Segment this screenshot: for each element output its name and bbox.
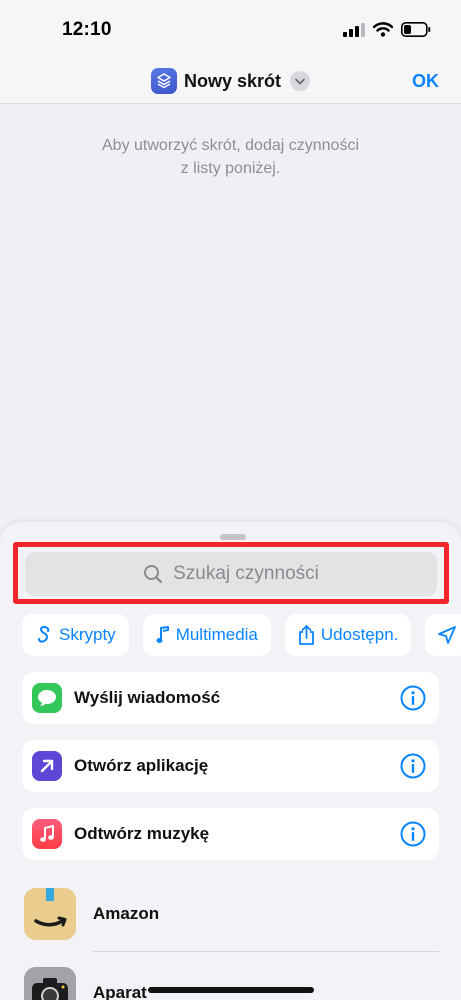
open-app-icon	[32, 751, 62, 781]
action-label: Wyślij wiadomość	[74, 688, 221, 707]
chip-label-share: Udostępn.	[320, 625, 399, 644]
action-send-message[interactable]: Wyślij wiadomość	[22, 672, 439, 724]
nav-bar: Nowy skrót OK	[0, 62, 461, 104]
app-label: Amazon	[93, 904, 160, 923]
camera-icon	[24, 967, 76, 1000]
category-chips: Skrypty Multimedia Udostępn.	[22, 614, 461, 656]
location-arrow-icon	[438, 626, 457, 644]
battery-icon	[401, 22, 431, 37]
info-icon[interactable]	[400, 821, 426, 847]
action-label: Otwórz aplikację	[74, 756, 209, 775]
chip-share[interactable]: Udostępn.	[284, 614, 412, 656]
cellular-signal-icon	[343, 22, 365, 37]
music-app-icon	[32, 819, 62, 849]
action-play-music[interactable]: Odtwórz muzykę	[22, 808, 439, 860]
action-open-app[interactable]: Otwórz aplikację	[22, 740, 439, 792]
status-time: 12:10	[62, 19, 112, 40]
chip-scripts[interactable]: Skrypty	[22, 614, 129, 656]
info-icon[interactable]	[400, 685, 426, 711]
app-row-camera[interactable]: Aparat	[0, 960, 461, 1000]
actions-sheet: Szukaj czynności Skrypty Multimedia Udos…	[0, 522, 461, 1000]
share-icon	[298, 625, 314, 645]
chip-multimedia[interactable]: Multimedia	[142, 614, 271, 656]
empty-state-hint: Aby utworzyć skrót, dodaj czynności z li…	[0, 134, 461, 180]
messages-icon	[32, 683, 62, 713]
page-title: Nowy skrót	[184, 70, 282, 91]
app-row-amazon[interactable]: Amazon	[0, 881, 461, 947]
search-highlight-box	[13, 542, 449, 604]
shortcuts-app-icon	[151, 68, 177, 94]
amazon-icon	[24, 888, 76, 940]
empty-state-line-1: Aby utworzyć skrót, dodaj czynności	[102, 137, 359, 154]
status-bar: 12:10	[0, 0, 461, 62]
chevron-down-icon[interactable]	[290, 71, 311, 91]
wifi-icon	[373, 22, 393, 37]
scripts-icon	[38, 626, 50, 643]
chip-label-multimedia: Multimedia	[175, 625, 258, 644]
action-label: Odtwórz muzykę	[74, 824, 210, 843]
row-divider	[93, 951, 439, 952]
chip-location[interactable]	[425, 614, 461, 656]
app-label: Aparat	[93, 983, 147, 1000]
ok-button[interactable]: OK	[412, 71, 439, 92]
shortcut-title-menu[interactable]: Nowy skrót	[151, 68, 311, 94]
info-icon[interactable]	[400, 753, 426, 779]
empty-state-line-2: z listy poniżej.	[180, 160, 281, 177]
music-note-icon	[156, 626, 169, 643]
chip-label-scripts: Skrypty	[59, 625, 116, 644]
sheet-grabber[interactable]	[220, 534, 246, 540]
status-icons	[343, 22, 431, 37]
home-indicator	[148, 987, 314, 993]
